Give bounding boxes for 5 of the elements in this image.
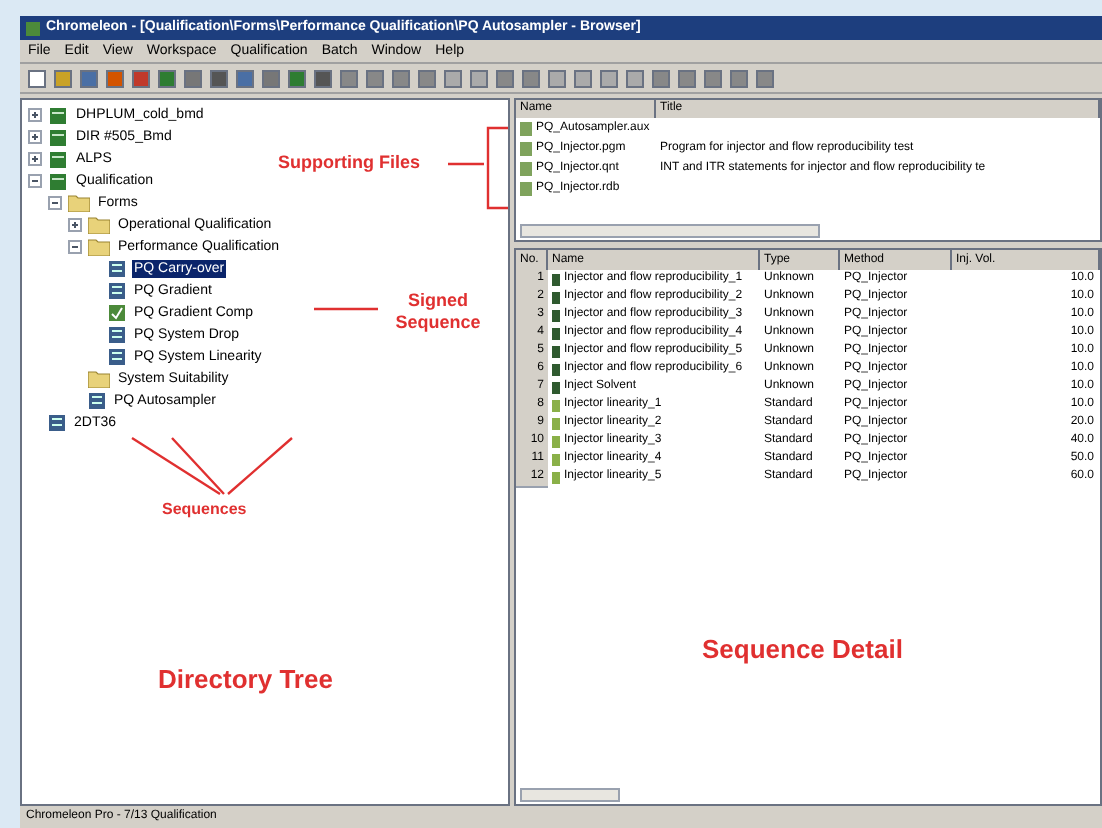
annotation-label: Supporting Files [278, 150, 420, 176]
annotation-label: Sequences [162, 498, 247, 522]
annotation-label: Directory Tree [158, 662, 333, 698]
annotation-label: Signed Sequence [393, 290, 483, 334]
annotation-label: Sequence Detail [702, 632, 903, 668]
